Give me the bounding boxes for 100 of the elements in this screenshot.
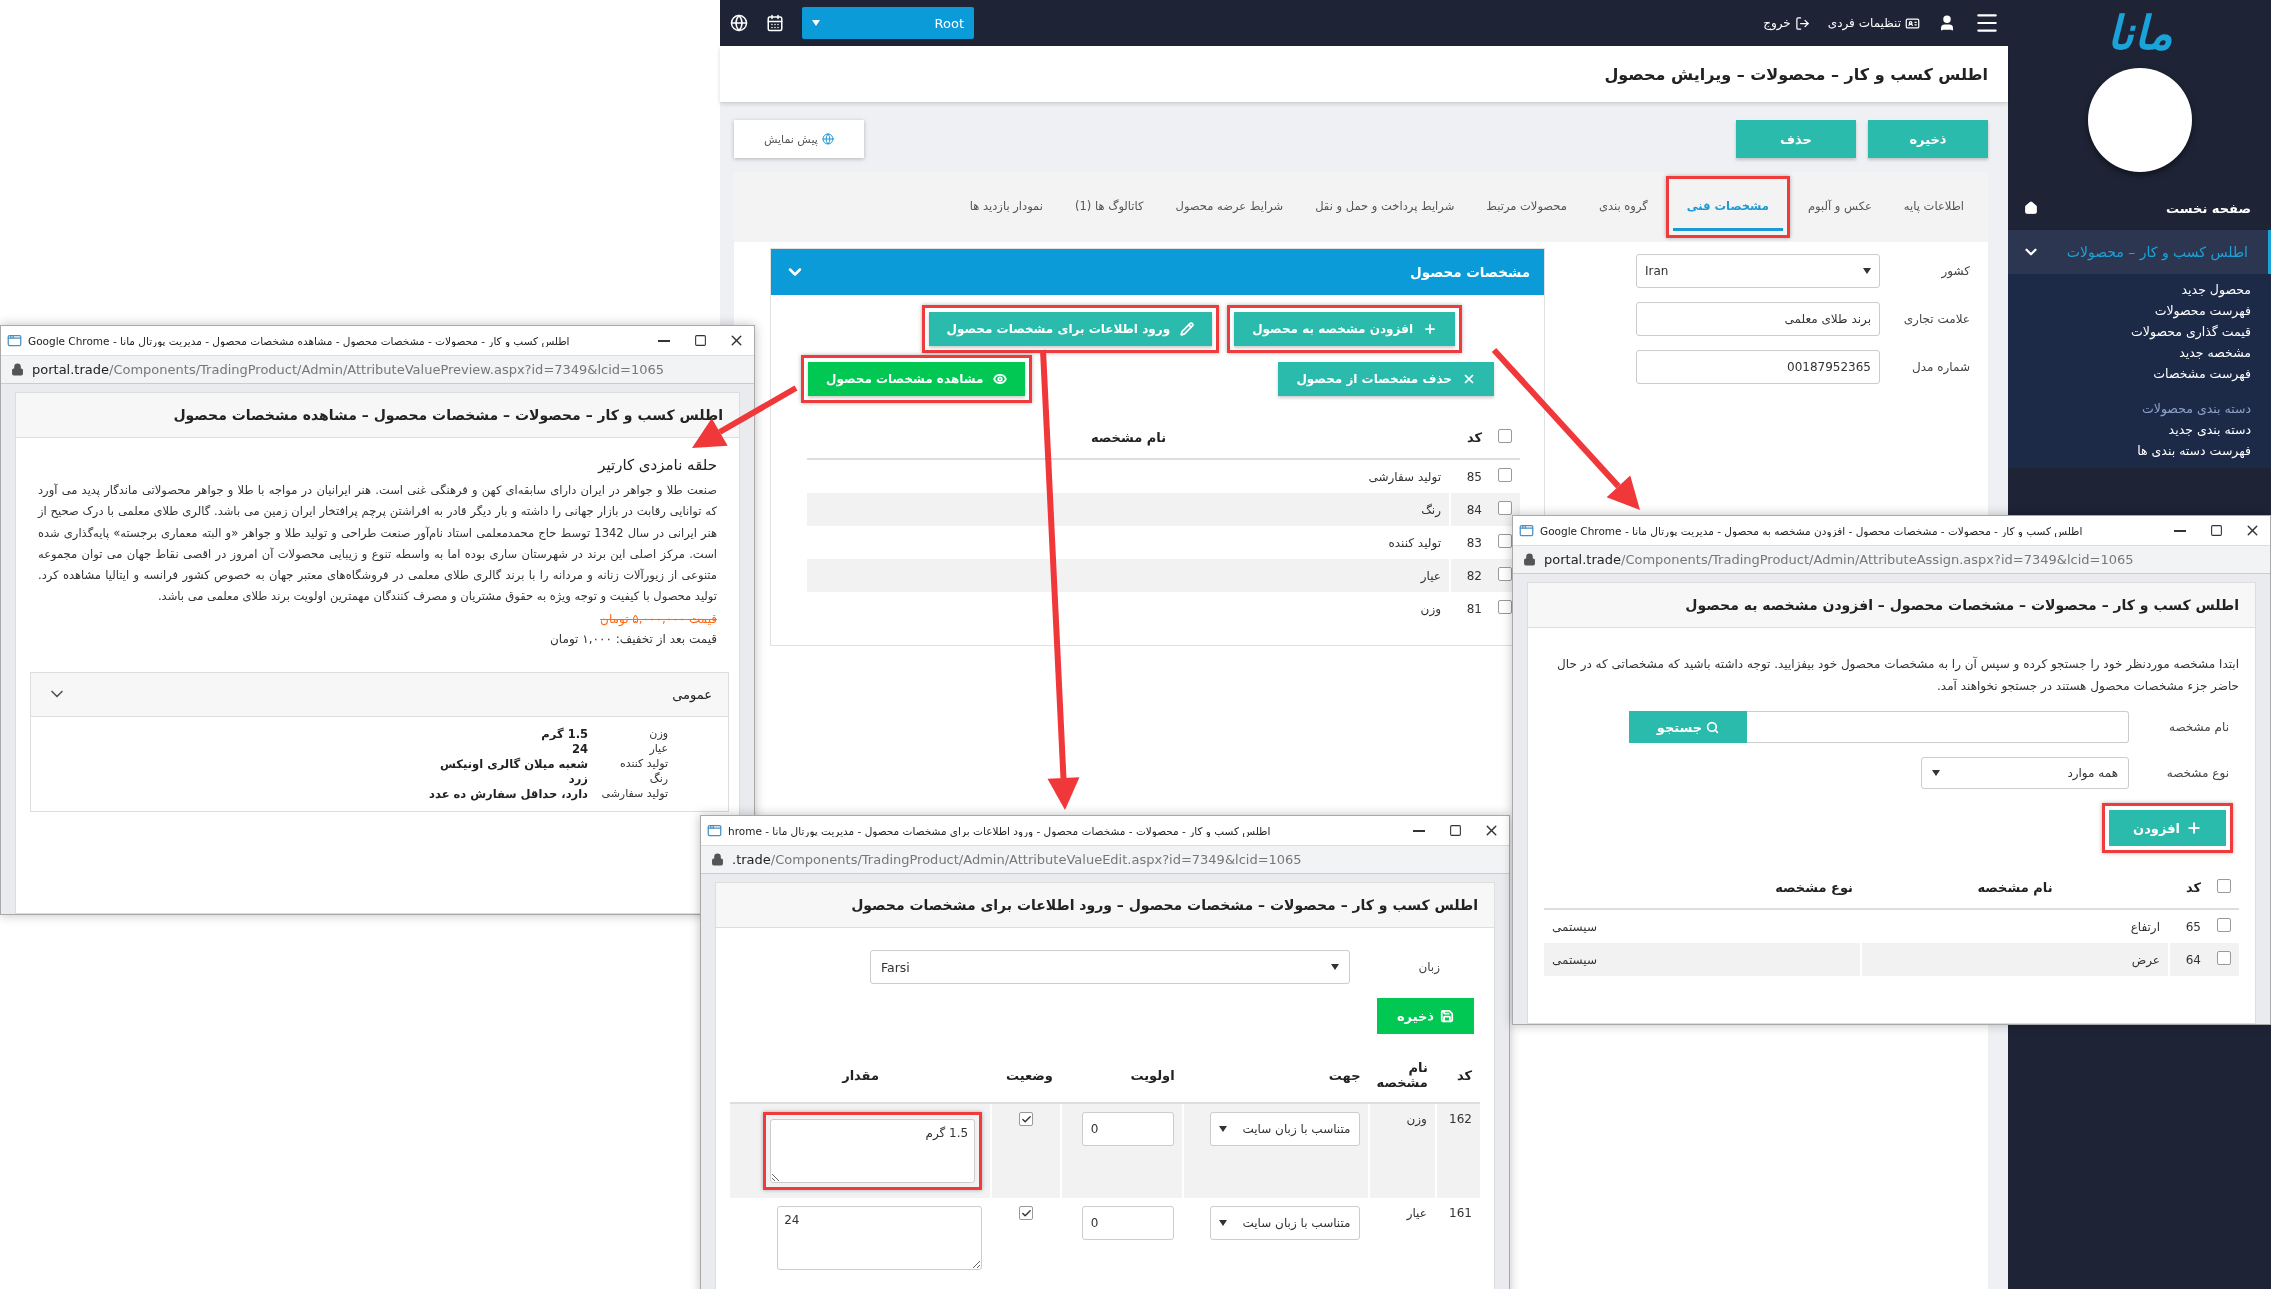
instruction-text: ابتدا مشخصه موردنظر خود را جستجو کرده و سپس آن را به مشخصات محصول خود بیفزایید. توجه داشته باشید که مشخصاتی که در حال حاضر جزء مشخصات محصول هستند در جستجو نخواهند آمد. [1556,655,2239,696]
input-field[interactable]: برند طلای معلمی [1636,302,1880,336]
sidebar-heading: دسته بندی محصولات [2141,401,2251,416]
product-description: صنعت طلا و جواهر در ایران دارای سابقه‌ای کهن و فرهنگی غنی است. هنر ایرانیان در مواجه با طلا و جواهر محصولاتی ماندگار پدید می آورد که توانایی رقابت در بازار جهانی را داشته و بار دیگر قادر به افراشتن پرچم پرافتخار ایران زمین می باشد. گالری طلای معلمی با درک صحیح از هنر ایرانی در سال 1342 توسط حاج محمدمعلمی استاد نام‌آور صنعت طراحی و تولید طلا و جواهر «و البته معماری برجسته» پایه‌گذاری شده است. مرکز اصلی این برند در شهرستان ساری بوده اما به واسطه تنوع و زیبایی محصولات آن امروز در اقصی نقاط جهان می توان مجموعه متنوعی از زیورآلات زنانه و مردانه را با برند گالری طلای معلمی در فروشگاه‌های معتبر جهان به خصوص کشور فرانسه و ایتالیا مشاهده کرد. تولید محصول با کیفیت و توجه ویژه به حقوق مشتریان و مصرف کنندگان مهمترین اولویت برند طلای معلمی می باشد. [38,482,717,606]
table-cell: وزن [807,592,1450,625]
eye-icon [993,372,1008,386]
id-card-icon [1905,15,1920,31]
minimize-icon [2174,529,2186,532]
spec-value: 1.5 گرم [540,726,588,741]
tab[interactable]: اطلاعات پایه [1889,183,1978,231]
user-icon[interactable] [1938,14,1956,32]
logout-icon [1794,15,1810,31]
field-label: نوع مشخصه [2165,766,2230,781]
table-cell: تولید سفارشی [807,459,1450,493]
lock-icon [711,853,724,866]
sidebar-item[interactable]: دسته بندی جدید [2028,422,2251,437]
tab[interactable]: نمودار بازدید ها [955,183,1057,231]
table-cell: 64 [2169,943,2209,977]
sidebar-item[interactable]: محصول جدید [2028,282,2251,297]
sidebar-section[interactable]: اطلس کسب و کار – محصولات [2008,230,2271,274]
spec-label: تولید سفارشی [600,786,668,801]
table-cell: 81 [1450,592,1490,625]
caret-icon [1932,770,1940,777]
preview-button[interactable]: پیش نمایش [734,120,864,158]
save-icon [1440,1009,1454,1023]
select-field[interactable]: متناسب با زبان سایت [1209,1206,1360,1240]
spec-label: تولید کننده [618,756,668,771]
input-field[interactable]: 0 [1081,1112,1174,1146]
home-icon [2024,201,2038,215]
window-title: اطلس کسب و کار - محصولات - مشخصات محصول - مشاهده مشخصات محصول - مدیریت پورتال مانا - Google Chrome [27,334,571,347]
plus-icon [1423,322,1437,336]
tab[interactable]: کاتالوگ ها (1) [1060,183,1158,231]
logo: مانا [2105,5,2174,62]
tab[interactable]: شرایط عرضه محصول [1161,183,1298,231]
globe-icon[interactable] [730,14,748,32]
calendar-icon[interactable] [766,14,784,32]
checkbox[interactable] [1019,1206,1034,1220]
caret-icon [1218,1220,1227,1226]
minimize-icon [1413,829,1425,832]
checkbox[interactable] [2217,951,2231,966]
checkbox[interactable] [1498,501,1512,515]
maximize-icon [693,334,707,347]
sidebar-item[interactable]: فهرست مشخصات [2028,366,2251,381]
caret-icon [1331,964,1339,970]
accordion-title[interactable]: عمومی [672,686,712,702]
globe-icon [821,133,834,145]
sidebar-item[interactable]: فهرست دسته بندی ها [2028,443,2251,458]
spec-value: 24 [571,741,588,756]
tab[interactable]: گروه بندی [1584,183,1662,231]
tab[interactable]: محصولات مرتبط [1472,183,1581,231]
input-field[interactable]: 0 [1081,1206,1174,1240]
checkbox[interactable] [1498,429,1512,443]
pencil-icon [1180,322,1195,336]
window-title: اطلس کسب و کار - محصولات - مشخصات محصول - ورود اطلاعات برای مشخصات محصول - مدیریت پورتال مانا - hrome [727,824,1272,837]
field-label: شماره مدل [1911,360,1970,374]
page-title: اطلس کسب و کار – محصولات – مشخصات محصول – ورود اطلاعات برای مشخصات محصول [716,883,1494,928]
old-price: قیمت ۵,۰۰۰,۰۰۰ تومان [599,611,717,626]
select-field[interactable]: همه موارد [1921,757,2129,790]
checkbox[interactable] [1498,567,1512,581]
tab[interactable]: شرایط پرداخت و حمل و نقل [1301,183,1469,231]
spec-label: رنگ [648,771,668,786]
checkbox[interactable] [2217,879,2231,894]
sidebar-item[interactable]: صفحه نخست [2166,200,2251,216]
table-cell: 161 [1435,1198,1480,1278]
table-cell: سیستمی [1544,909,1861,944]
checkbox[interactable] [2217,918,2231,933]
sidebar-item[interactable]: فهرست محصولات [2028,303,2251,318]
table-cell: عیار [1368,1198,1436,1278]
caret-icon [1863,268,1871,274]
field-label: نام مشخصه [2168,720,2230,735]
product-title: حلقه نامزدی کارتیر [596,456,717,474]
input-field[interactable] [1747,711,2129,744]
window-icon [7,333,22,348]
sidebar-item[interactable]: مشخصه جدید [2028,345,2251,360]
sidebar-item[interactable]: قیمت گذاری محصولات [2028,324,2251,339]
search-icon [1706,720,1720,734]
lock-icon [1523,553,1536,566]
field-label: کشور [1940,264,1970,278]
checkbox[interactable] [1019,1112,1034,1126]
checkbox[interactable] [1498,600,1512,614]
settings-link[interactable]: تنظیمات فردی [1827,15,1920,31]
select-field[interactable]: متناسب با زبان سایت [1209,1112,1360,1146]
lock-icon [11,363,24,376]
tab[interactable]: عکس و آلبوم [1793,183,1886,231]
caret-icon [1218,1126,1227,1132]
select-field[interactable]: Farsi [870,950,1350,984]
logout-link[interactable]: خروج [1763,15,1810,31]
textarea[interactable]: 24 [777,1206,983,1270]
minimize-icon [658,339,670,342]
spec-label: وزن [648,726,668,741]
checkbox[interactable] [1498,468,1512,482]
checkbox[interactable] [1498,534,1512,548]
spec-value: شعبه میلان گالری اونیکس [439,756,588,771]
input-field[interactable]: 00187952365 [1636,350,1880,384]
table-cell: سیستمی [1544,943,1861,977]
select-field[interactable]: Iran [1636,254,1880,288]
discounted-price: قیمت بعد از تخفیف: ۱,۰۰۰ تومان [549,631,717,646]
maximize-icon [1448,824,1462,837]
page-title: اطلس کسب و کار – محصولات – مشخصات محصول – مشاهده مشخصات محصول [16,393,739,438]
textarea[interactable]: 1.5 گرم [770,1119,976,1183]
